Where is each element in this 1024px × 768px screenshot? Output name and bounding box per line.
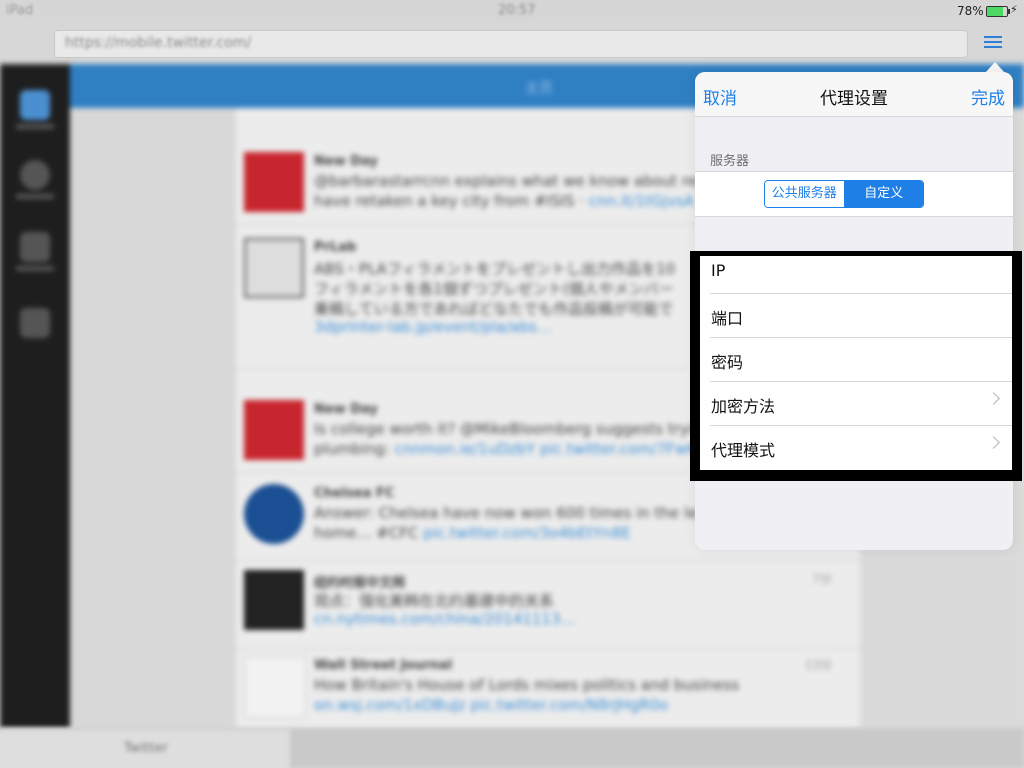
clock: 20:57 [498,3,536,18]
row-ip-label: IP [711,261,726,280]
app-sidebar [0,64,70,728]
segment-custom[interactable]: 自定义 [844,181,923,207]
chevron-right-icon [987,436,1000,449]
row-port[interactable]: 端口 [700,294,1012,338]
browser-toolbar: https://mobile.twitter.com/ [0,22,1024,64]
profile-icon [20,308,50,338]
row-proxy-mode-label: 代理模式 [711,441,776,460]
avatar [244,238,304,298]
done-button[interactable]: 完成 [971,84,1005,109]
avatar [244,152,304,212]
charging-bolt-icon: ⚡ [1010,3,1018,16]
home-icon [20,90,50,120]
server-section-header: 服务器 [710,154,750,169]
row-port-label: 端口 [711,309,744,328]
row-encryption-method[interactable]: 加密方法 [700,382,1012,426]
battery-icon [986,6,1010,17]
server-segmented-control: 公共服务器 自定义 [764,180,924,208]
proxy-settings-list: IP 端口 密码 加密方法 代理模式 [700,256,1012,470]
chevron-right-icon [987,392,1000,405]
carrier-label: iPad [6,3,34,18]
menu-icon[interactable] [982,33,1004,53]
discover-icon [20,232,50,262]
battery-percent: 78% [957,4,984,18]
avatar [244,484,304,544]
browser-tab-bar: Twitter [0,728,1024,768]
url-field[interactable]: https://mobile.twitter.com/ [54,30,968,58]
cancel-button[interactable]: 取消 [703,84,737,109]
row-password[interactable]: 密码 [700,338,1012,382]
url-text: https://mobile.twitter.com/ [65,35,252,51]
row-ip[interactable]: IP [700,250,1012,294]
notifications-icon [20,160,50,190]
row-proxy-mode[interactable]: 代理模式 [700,426,1012,470]
popover-navbar: 代理设置 取消 完成 [695,72,1013,117]
popover-title: 代理设置 [820,89,888,109]
row-encryption-label: 加密方法 [711,397,776,416]
row-password-label: 密码 [711,353,744,372]
browser-tab-title: Twitter [124,741,168,756]
avatar [244,570,304,630]
avatar [244,656,306,718]
server-selector-row: 公共服务器 自定义 [695,171,1013,217]
avatar [244,400,304,460]
browser-tab[interactable]: Twitter [0,730,290,768]
app-header-title: 主页 [525,81,553,97]
status-bar: iPad 20:57 78% ⚡ [0,0,1024,22]
segment-public-server[interactable]: 公共服务器 [765,181,845,207]
